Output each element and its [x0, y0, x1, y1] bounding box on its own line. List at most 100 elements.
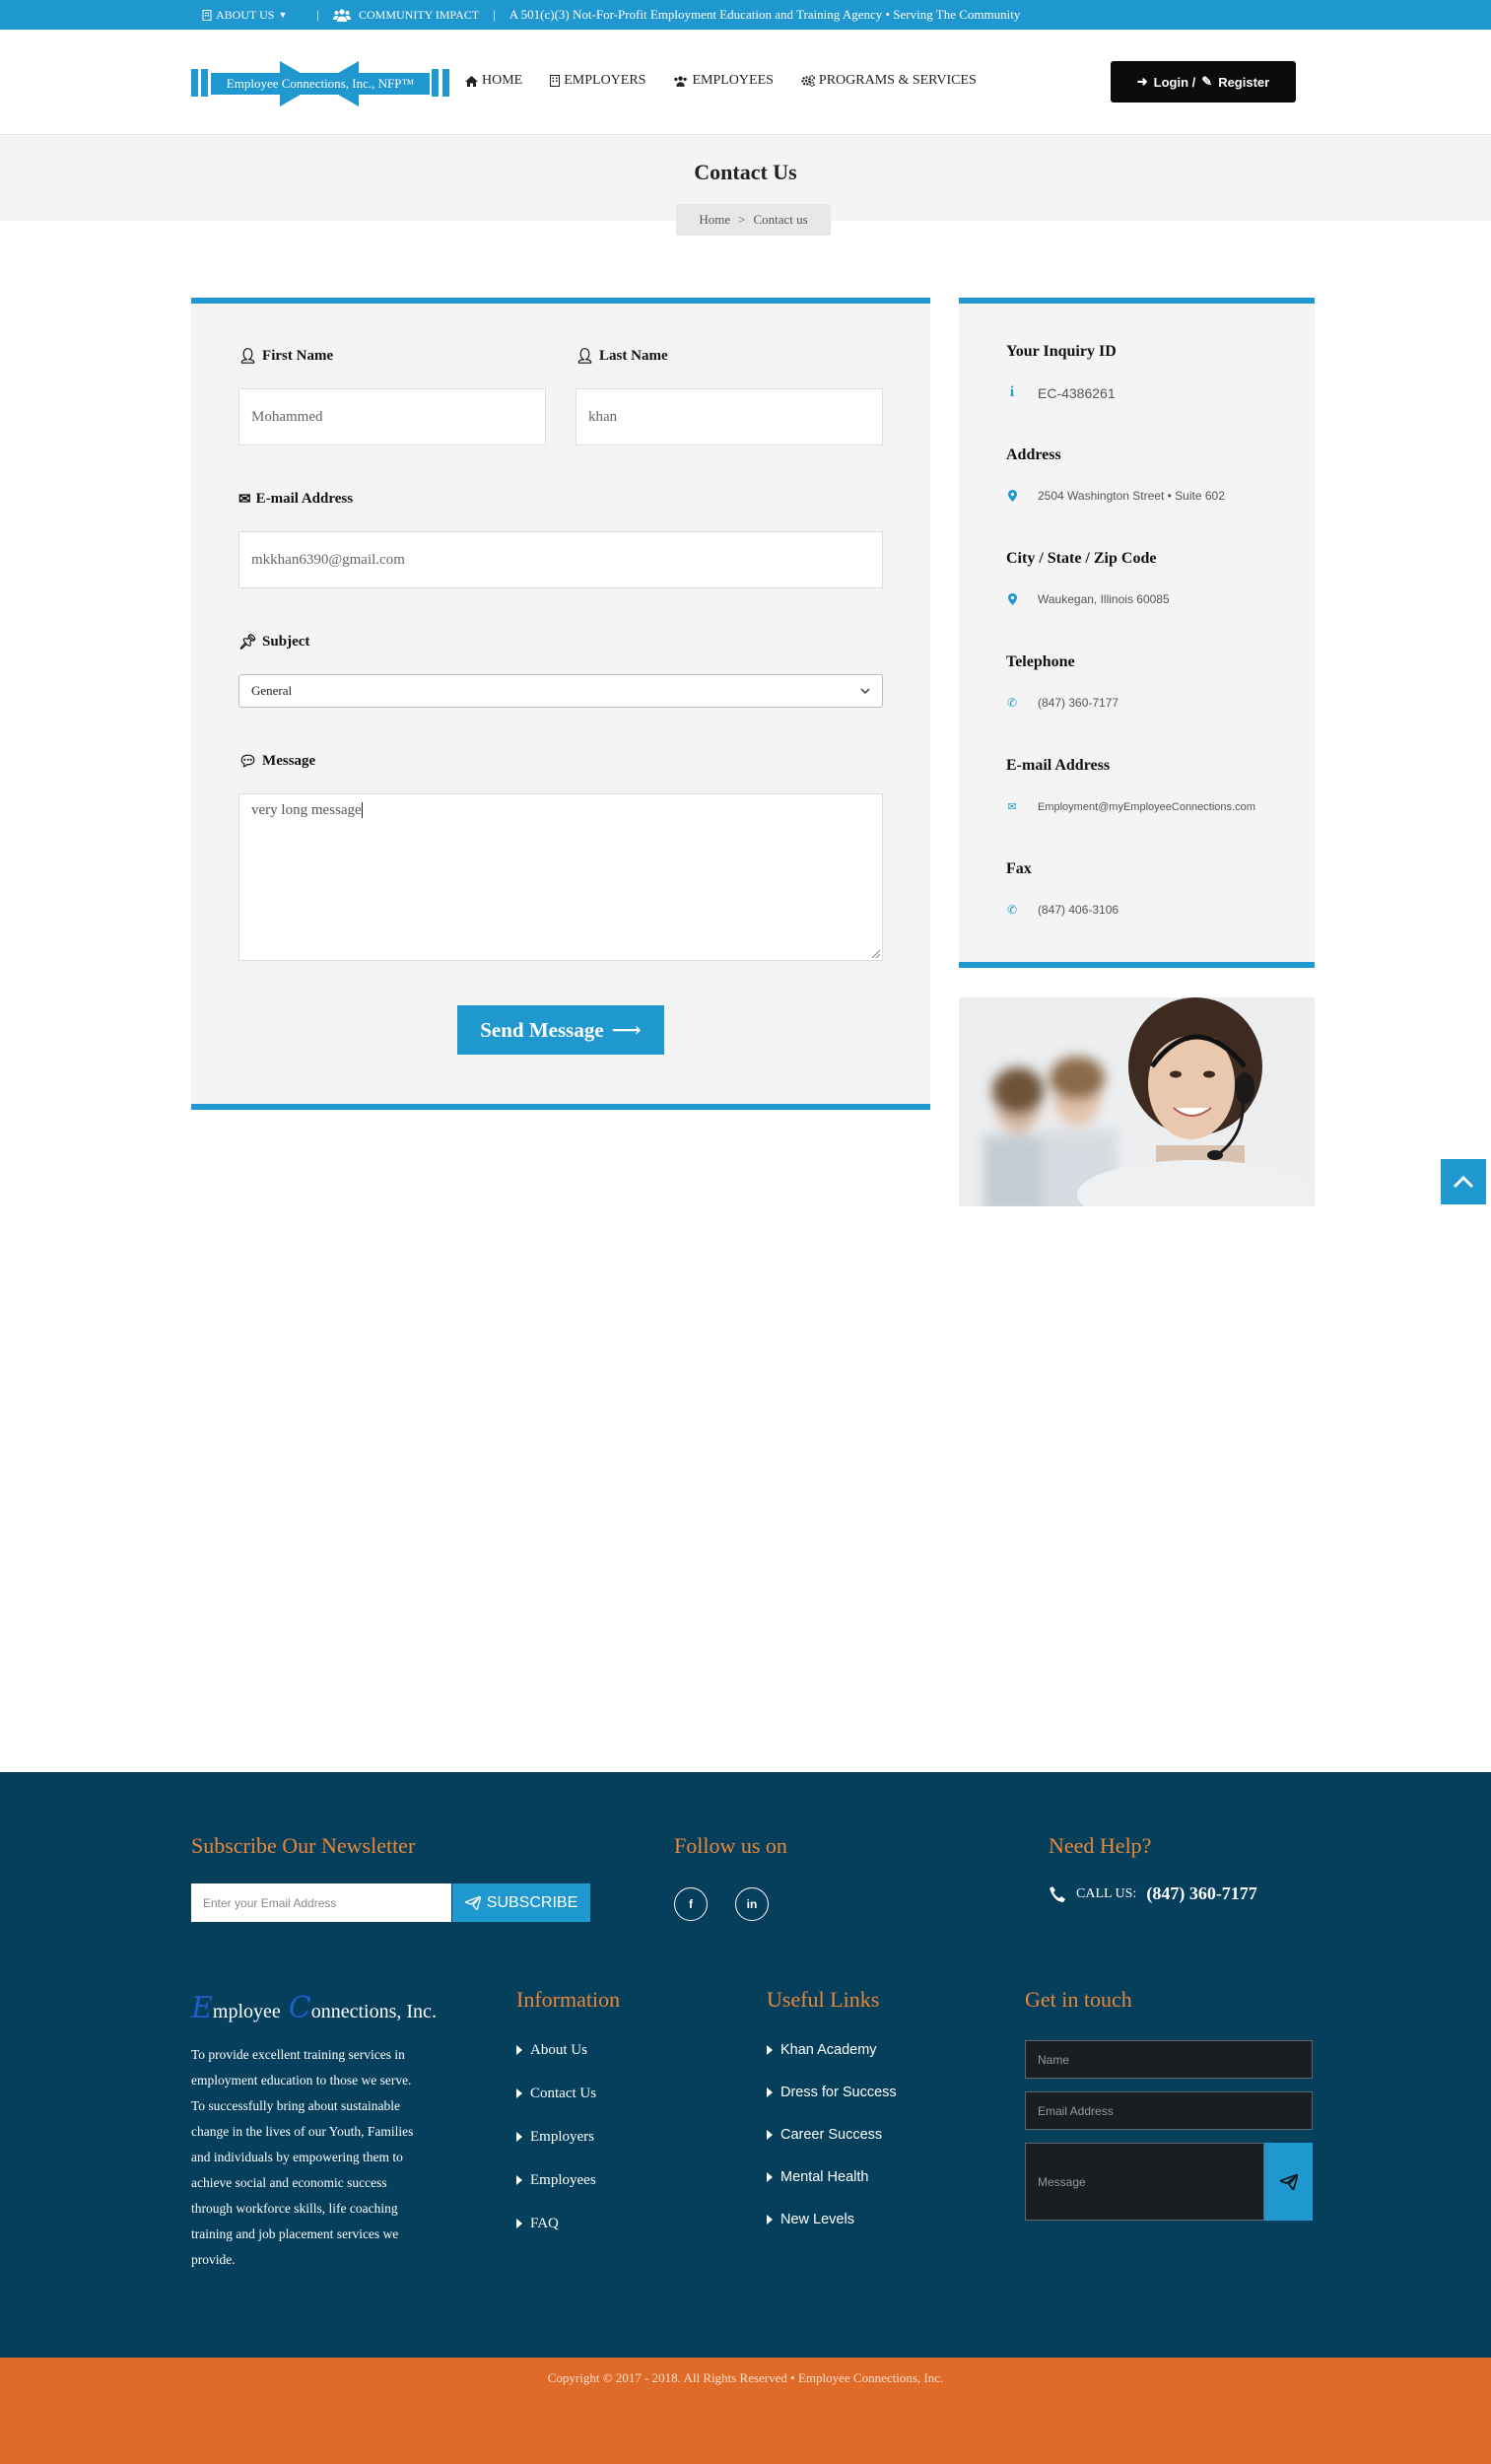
linkedin-link[interactable]: in — [735, 1887, 769, 1921]
site-footer: Subscribe Our Newsletter Enter your Emai… — [0, 1772, 1491, 2358]
inquiry-id-value: EC-4386261 — [1038, 384, 1116, 401]
about-us-menu[interactable]: ABOUT US ▼ — [202, 8, 287, 23]
send-message-button[interactable]: Send Message ⟶ — [457, 1005, 664, 1055]
call-us-label: CALL US: — [1076, 1885, 1137, 1901]
map-marker-icon — [1006, 593, 1018, 605]
email-value[interactable]: Employment@myEmployeeConnections.com — [1038, 801, 1255, 813]
envelope-icon: ✉ — [238, 492, 251, 508]
cogs-icon — [801, 75, 815, 87]
footer-link-contact[interactable]: Contact Us — [516, 2072, 596, 2115]
caret-right-icon — [516, 2045, 522, 2055]
email-row: ✉ Employment@myEmployeeConnections.com — [1006, 800, 1255, 814]
register-label: Register — [1218, 74, 1270, 90]
footer-link-employees[interactable]: Employees — [516, 2158, 596, 2202]
subject-value: General — [251, 683, 293, 698]
nav-employers[interactable]: EMPLOYERS — [550, 73, 645, 89]
login-label: Login / — [1153, 74, 1196, 90]
email-heading: E-mail Address — [1006, 757, 1111, 774]
first-name-input[interactable]: Mohammed — [238, 388, 546, 445]
footer-link-career-success[interactable]: Career Success — [767, 2113, 897, 2156]
telephone-row: ✆ (847) 360-7177 — [1006, 696, 1118, 710]
arrow-right-icon: ⟶ — [611, 1018, 642, 1042]
last-name-label: 👤︎ Last Name — [576, 348, 668, 365]
logo-bar — [201, 69, 208, 97]
touch-name-input[interactable]: Name — [1025, 2040, 1313, 2079]
touch-email-input[interactable]: Email Address — [1025, 2091, 1313, 2130]
subject-select[interactable]: General — [238, 674, 883, 708]
subject-label: 📌︎ Subject — [238, 634, 310, 650]
subscribe-label: SUBSCRIBE — [486, 1893, 578, 1911]
top-bar: ABOUT US ▼ | COMMUNITY IMPACT | A 501(c)… — [0, 0, 1491, 30]
community-impact-label: COMMUNITY IMPACT — [359, 7, 480, 22]
newsletter-email-input[interactable]: Enter your Email Address — [191, 1883, 451, 1922]
call-us-number[interactable]: (847) 360-7177 — [1146, 1883, 1256, 1904]
first-name-label: 👤︎ First Name — [238, 348, 334, 365]
breadcrumb-home[interactable]: Home — [699, 212, 730, 228]
about-us-label: ABOUT US — [216, 7, 275, 22]
copyright-bar: Copyright © 2017 - 2018. All Rights Rese… — [0, 2358, 1491, 2464]
help-heading: Need Help? — [1049, 1833, 1152, 1858]
inquiry-id-row: i EC-4386261 — [1006, 384, 1116, 401]
address-row: 2504 Washington Street • Suite 602 — [1006, 489, 1225, 503]
follow-heading: Follow us on — [674, 1833, 787, 1858]
linkedin-icon: in — [746, 1897, 758, 1911]
touch-send-button[interactable] — [1264, 2143, 1313, 2221]
caret-down-icon: ▼ — [278, 10, 288, 20]
footer-link-about[interactable]: About Us — [516, 2028, 596, 2072]
inquiry-id-heading: Your Inquiry ID — [1006, 343, 1117, 360]
contact-info-card: Your Inquiry ID i EC-4386261 Address 250… — [959, 298, 1315, 968]
message-text: very long message — [251, 802, 362, 818]
information-links: About Us Contact Us Employers Employees … — [516, 2028, 596, 2245]
message-textarea[interactable]: very long message — [238, 793, 883, 961]
footer-link-employers[interactable]: Employers — [516, 2115, 596, 2158]
city-heading: City / State / Zip Code — [1006, 550, 1157, 567]
caret-right-icon — [767, 2214, 773, 2224]
site-header: Employee Connections, Inc., NFP™ HOME EM… — [0, 30, 1491, 135]
footer-link-khan-academy[interactable]: Khan Academy — [767, 2028, 897, 2071]
paper-plane-icon — [1279, 2173, 1298, 2190]
subscribe-button[interactable]: SUBSCRIBE — [452, 1883, 590, 1922]
users-icon — [333, 8, 351, 22]
facebook-link[interactable]: f — [674, 1887, 708, 1921]
telephone-value[interactable]: (847) 360-7177 — [1038, 696, 1118, 710]
telephone-heading: Telephone — [1006, 653, 1075, 670]
pin-icon: 📌︎ — [238, 635, 258, 650]
scroll-to-top-button[interactable] — [1441, 1159, 1486, 1204]
breadcrumb-current: Contact us — [753, 212, 808, 227]
email-label: ✉ E-mail Address — [238, 491, 354, 508]
nav-programs[interactable]: PROGRAMS & SERVICES — [801, 73, 977, 89]
chevron-up-icon — [1453, 1175, 1474, 1189]
nav-home-label: HOME — [482, 73, 523, 88]
home-icon — [465, 75, 478, 87]
email-input[interactable]: mkkhan6390@gmail.com — [238, 531, 883, 588]
phone-icon: ✆ — [1006, 903, 1018, 917]
facebook-icon: f — [689, 1897, 693, 1911]
mission-statement: To provide excellent training services i… — [191, 2047, 414, 2267]
fax-row: ✆ (847) 406-3106 — [1006, 903, 1118, 917]
breadcrumb-separator: > — [738, 212, 746, 227]
login-register-button[interactable]: ➜ Login / ✎ Register — [1111, 61, 1296, 103]
resize-handle-icon[interactable] — [871, 949, 880, 958]
community-impact-link[interactable]: COMMUNITY IMPACT — [333, 8, 479, 23]
footer-link-new-levels[interactable]: New Levels — [767, 2198, 897, 2240]
nav-home[interactable]: HOME — [465, 73, 522, 89]
city-value: Waukegan, Illinois 60085 — [1038, 592, 1170, 606]
footer-link-dress-for-success[interactable]: Dress for Success — [767, 2071, 897, 2113]
city-row: Waukegan, Illinois 60085 — [1006, 592, 1170, 606]
footer-link-mental-health[interactable]: Mental Health — [767, 2156, 897, 2198]
paper-plane-icon — [464, 1895, 481, 1910]
touch-message-input[interactable]: Message — [1025, 2143, 1264, 2221]
nav-programs-label: PROGRAMS & SERVICES — [818, 73, 977, 88]
user-icon: 👤︎ — [576, 349, 595, 365]
last-name-input[interactable]: khan — [576, 388, 883, 445]
phone-icon: ✆ — [1006, 696, 1018, 710]
nav-employees[interactable]: EMPLOYEES — [673, 73, 774, 89]
caret-right-icon — [767, 2044, 773, 2055]
footer-link-faq[interactable]: FAQ — [516, 2202, 596, 2245]
site-logo[interactable]: Employee Connections, Inc., NFP™ — [191, 61, 449, 106]
comments-icon: 💬︎ — [238, 754, 258, 770]
chevron-down-icon — [860, 688, 870, 694]
logo-bar — [432, 69, 439, 97]
address-value: 2504 Washington Street • Suite 602 — [1038, 489, 1225, 503]
useful-links: Khan Academy Dress for Success Career Su… — [767, 2028, 897, 2240]
